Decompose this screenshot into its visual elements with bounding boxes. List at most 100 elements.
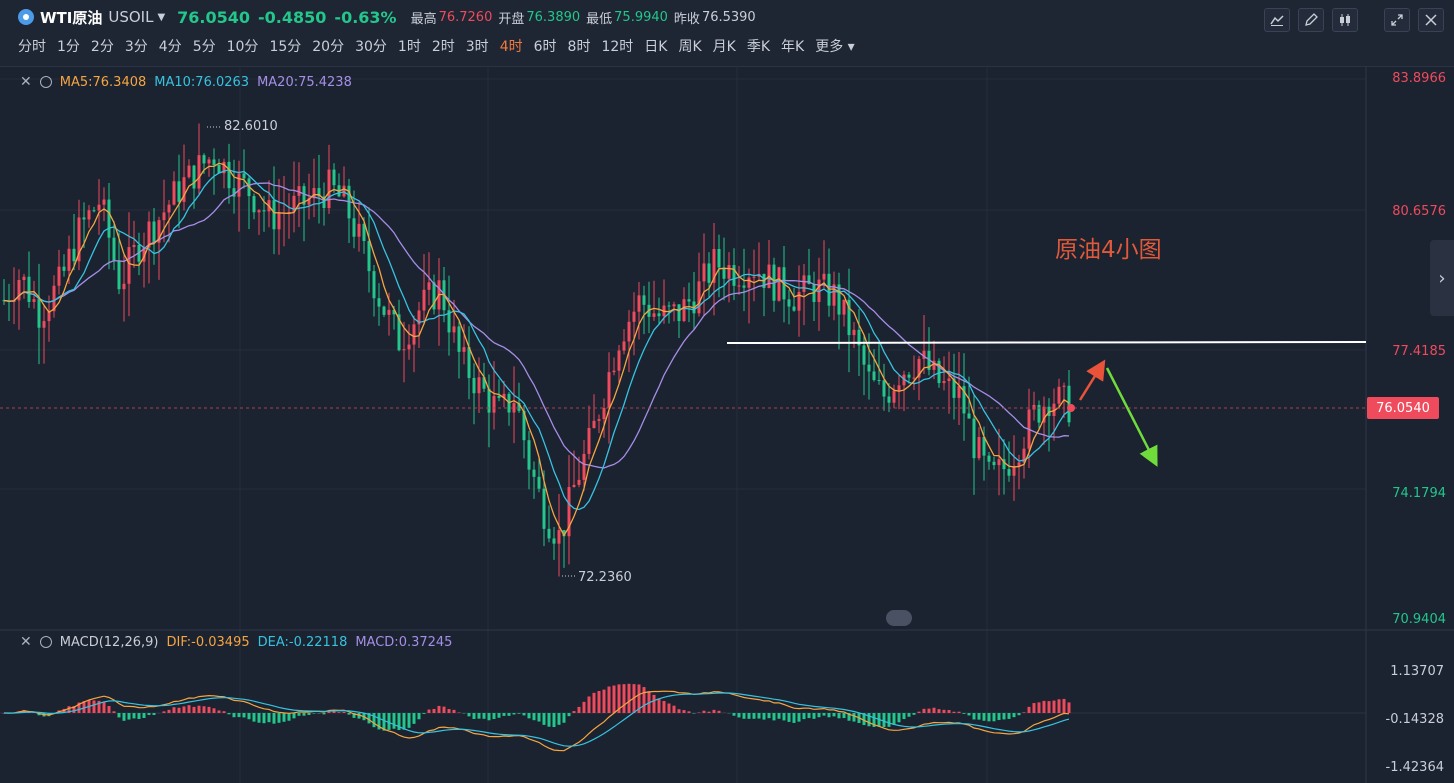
timeframe-tab[interactable]: 1时 (398, 36, 421, 56)
candle-body (727, 265, 731, 279)
candle-body (787, 299, 791, 307)
expand-icon[interactable] (1384, 8, 1410, 32)
macd-histogram-bar (602, 689, 606, 713)
candle-body (167, 204, 171, 213)
macd-histogram-bar (212, 708, 216, 713)
timeframe-tab[interactable]: 4时 (500, 36, 523, 56)
timeframe-tab[interactable]: 6时 (534, 36, 557, 56)
candle-body (377, 298, 381, 307)
low-price-label: 72.2360 (578, 570, 632, 585)
candle-body (67, 248, 71, 271)
timeframe-tab[interactable]: 4分 (159, 36, 182, 56)
candle-body (37, 299, 41, 328)
price-change-pct: -0.63% (334, 7, 397, 27)
macd-histogram-bar (237, 713, 241, 718)
macd-histogram-bar (267, 713, 271, 723)
watermark-logo-icon (886, 610, 912, 626)
candle-body (602, 408, 606, 420)
candle-body (967, 413, 971, 419)
candle-body (27, 276, 31, 302)
timeframe-tab[interactable]: 2时 (432, 36, 455, 56)
macd-histogram-bar (302, 713, 306, 716)
macd-histogram-bar (842, 713, 846, 719)
timeframe-tab[interactable]: 分时 (18, 36, 46, 56)
current-price-dot (1067, 404, 1075, 412)
candle-body (1062, 385, 1066, 387)
timeframe-tab[interactable]: 2分 (91, 36, 114, 56)
timeframe-tab[interactable]: 1分 (57, 36, 80, 56)
timeframe-tab[interactable]: 3分 (125, 36, 148, 56)
candle-body (862, 345, 866, 365)
timeframe-tabs: 分时 1分 2分 3分 4分 5分 10分 15分 20分 30分 1时 2时 3时 4时 6时 8时 12时日… (18, 36, 866, 56)
candle-body (177, 181, 181, 202)
symbol-name[interactable]: WTI原油 (40, 7, 102, 28)
macd-histogram-bar (202, 706, 206, 713)
candle-body (572, 484, 576, 488)
symbol-code[interactable]: USOIL (108, 8, 153, 26)
timeframe-tab[interactable]: 10分 (227, 36, 259, 56)
draw-line-icon[interactable] (1264, 8, 1290, 32)
timeframe-tab[interactable]: 3时 (466, 36, 489, 56)
macd-histogram-bar (882, 713, 886, 728)
settings-gear-icon[interactable] (39, 76, 52, 88)
timeframe-tab[interactable]: 周K (678, 36, 701, 56)
last-price: 76.0540 (177, 7, 251, 27)
timeframe-tab[interactable]: 30分 (355, 36, 387, 56)
chevron-down-icon[interactable]: ▼ (157, 12, 165, 23)
candle-body (117, 260, 121, 290)
macd-histogram-bar (1017, 713, 1021, 716)
macd-dif: DIF:-0.03495 (166, 634, 250, 650)
price-axis-label: 83.8966 (1392, 71, 1446, 86)
macd-histogram-bar (177, 707, 181, 713)
macd-histogram-bar (702, 710, 706, 713)
timeframe-tab[interactable]: 更多 ▾ (815, 36, 854, 56)
macd-histogram-bar (902, 713, 906, 720)
close-indicator-icon[interactable]: ✕ (20, 74, 32, 90)
chart-annotation: 原油4小图 (1055, 237, 1162, 263)
chevron-right-icon[interactable]: › (1430, 240, 1454, 316)
pencil-icon[interactable] (1298, 8, 1324, 32)
macd-histogram-bar (967, 713, 971, 716)
macd-histogram-bar (162, 711, 166, 713)
close-macd-icon[interactable]: ✕ (20, 634, 32, 650)
macd-histogram-bar (227, 713, 231, 715)
symbol-title-row: WTI原油 USOIL ▼ 76.0540 -0.4850 -0.63% 最高 … (18, 5, 756, 29)
macd-histogram-bar (522, 713, 526, 716)
candle-icon[interactable] (1332, 8, 1358, 32)
candle-body (577, 479, 581, 485)
candle-body (207, 159, 211, 164)
candle-body (462, 347, 466, 352)
macd-settings-gear-icon[interactable] (39, 636, 52, 648)
close-icon[interactable] (1418, 8, 1444, 32)
macd-histogram-bar (992, 713, 996, 722)
macd-histogram-bar (537, 713, 541, 722)
timeframe-tab[interactable]: 20分 (312, 36, 344, 56)
candle-body (72, 248, 76, 262)
macd-histogram-bar (137, 713, 141, 720)
candle-body (202, 155, 206, 164)
timeframe-tab[interactable]: 季K (747, 36, 770, 56)
toolbar-icons (1264, 8, 1444, 32)
macd-histogram-bar (167, 709, 171, 713)
timeframe-tab[interactable]: 日K (644, 36, 667, 56)
timeframe-tab[interactable]: 年K (781, 36, 804, 56)
macd-histogram-bar (822, 713, 826, 716)
candle-body (257, 210, 261, 213)
timeframe-tab[interactable]: 5分 (193, 36, 216, 56)
macd-histogram-bar (287, 713, 291, 721)
macd-histogram-bar (742, 713, 746, 719)
candle-body (907, 374, 911, 378)
price-chart[interactable] (0, 66, 1454, 783)
candle-body (97, 204, 101, 211)
timeframe-tab[interactable]: 8时 (568, 36, 591, 56)
macd-histogram-bar (657, 698, 661, 713)
price-axis-label: 74.1794 (1392, 486, 1446, 501)
macd-histogram-bar (852, 713, 856, 722)
timeframe-tab[interactable]: 月K (713, 36, 736, 56)
macd-histogram-bar (917, 711, 921, 713)
candle-body (372, 271, 376, 299)
candle-body (277, 212, 281, 230)
timeframe-tab[interactable]: 12时 (601, 36, 633, 56)
timeframe-tab[interactable]: 15分 (269, 36, 301, 56)
macd-dif-line (3, 690, 1070, 752)
